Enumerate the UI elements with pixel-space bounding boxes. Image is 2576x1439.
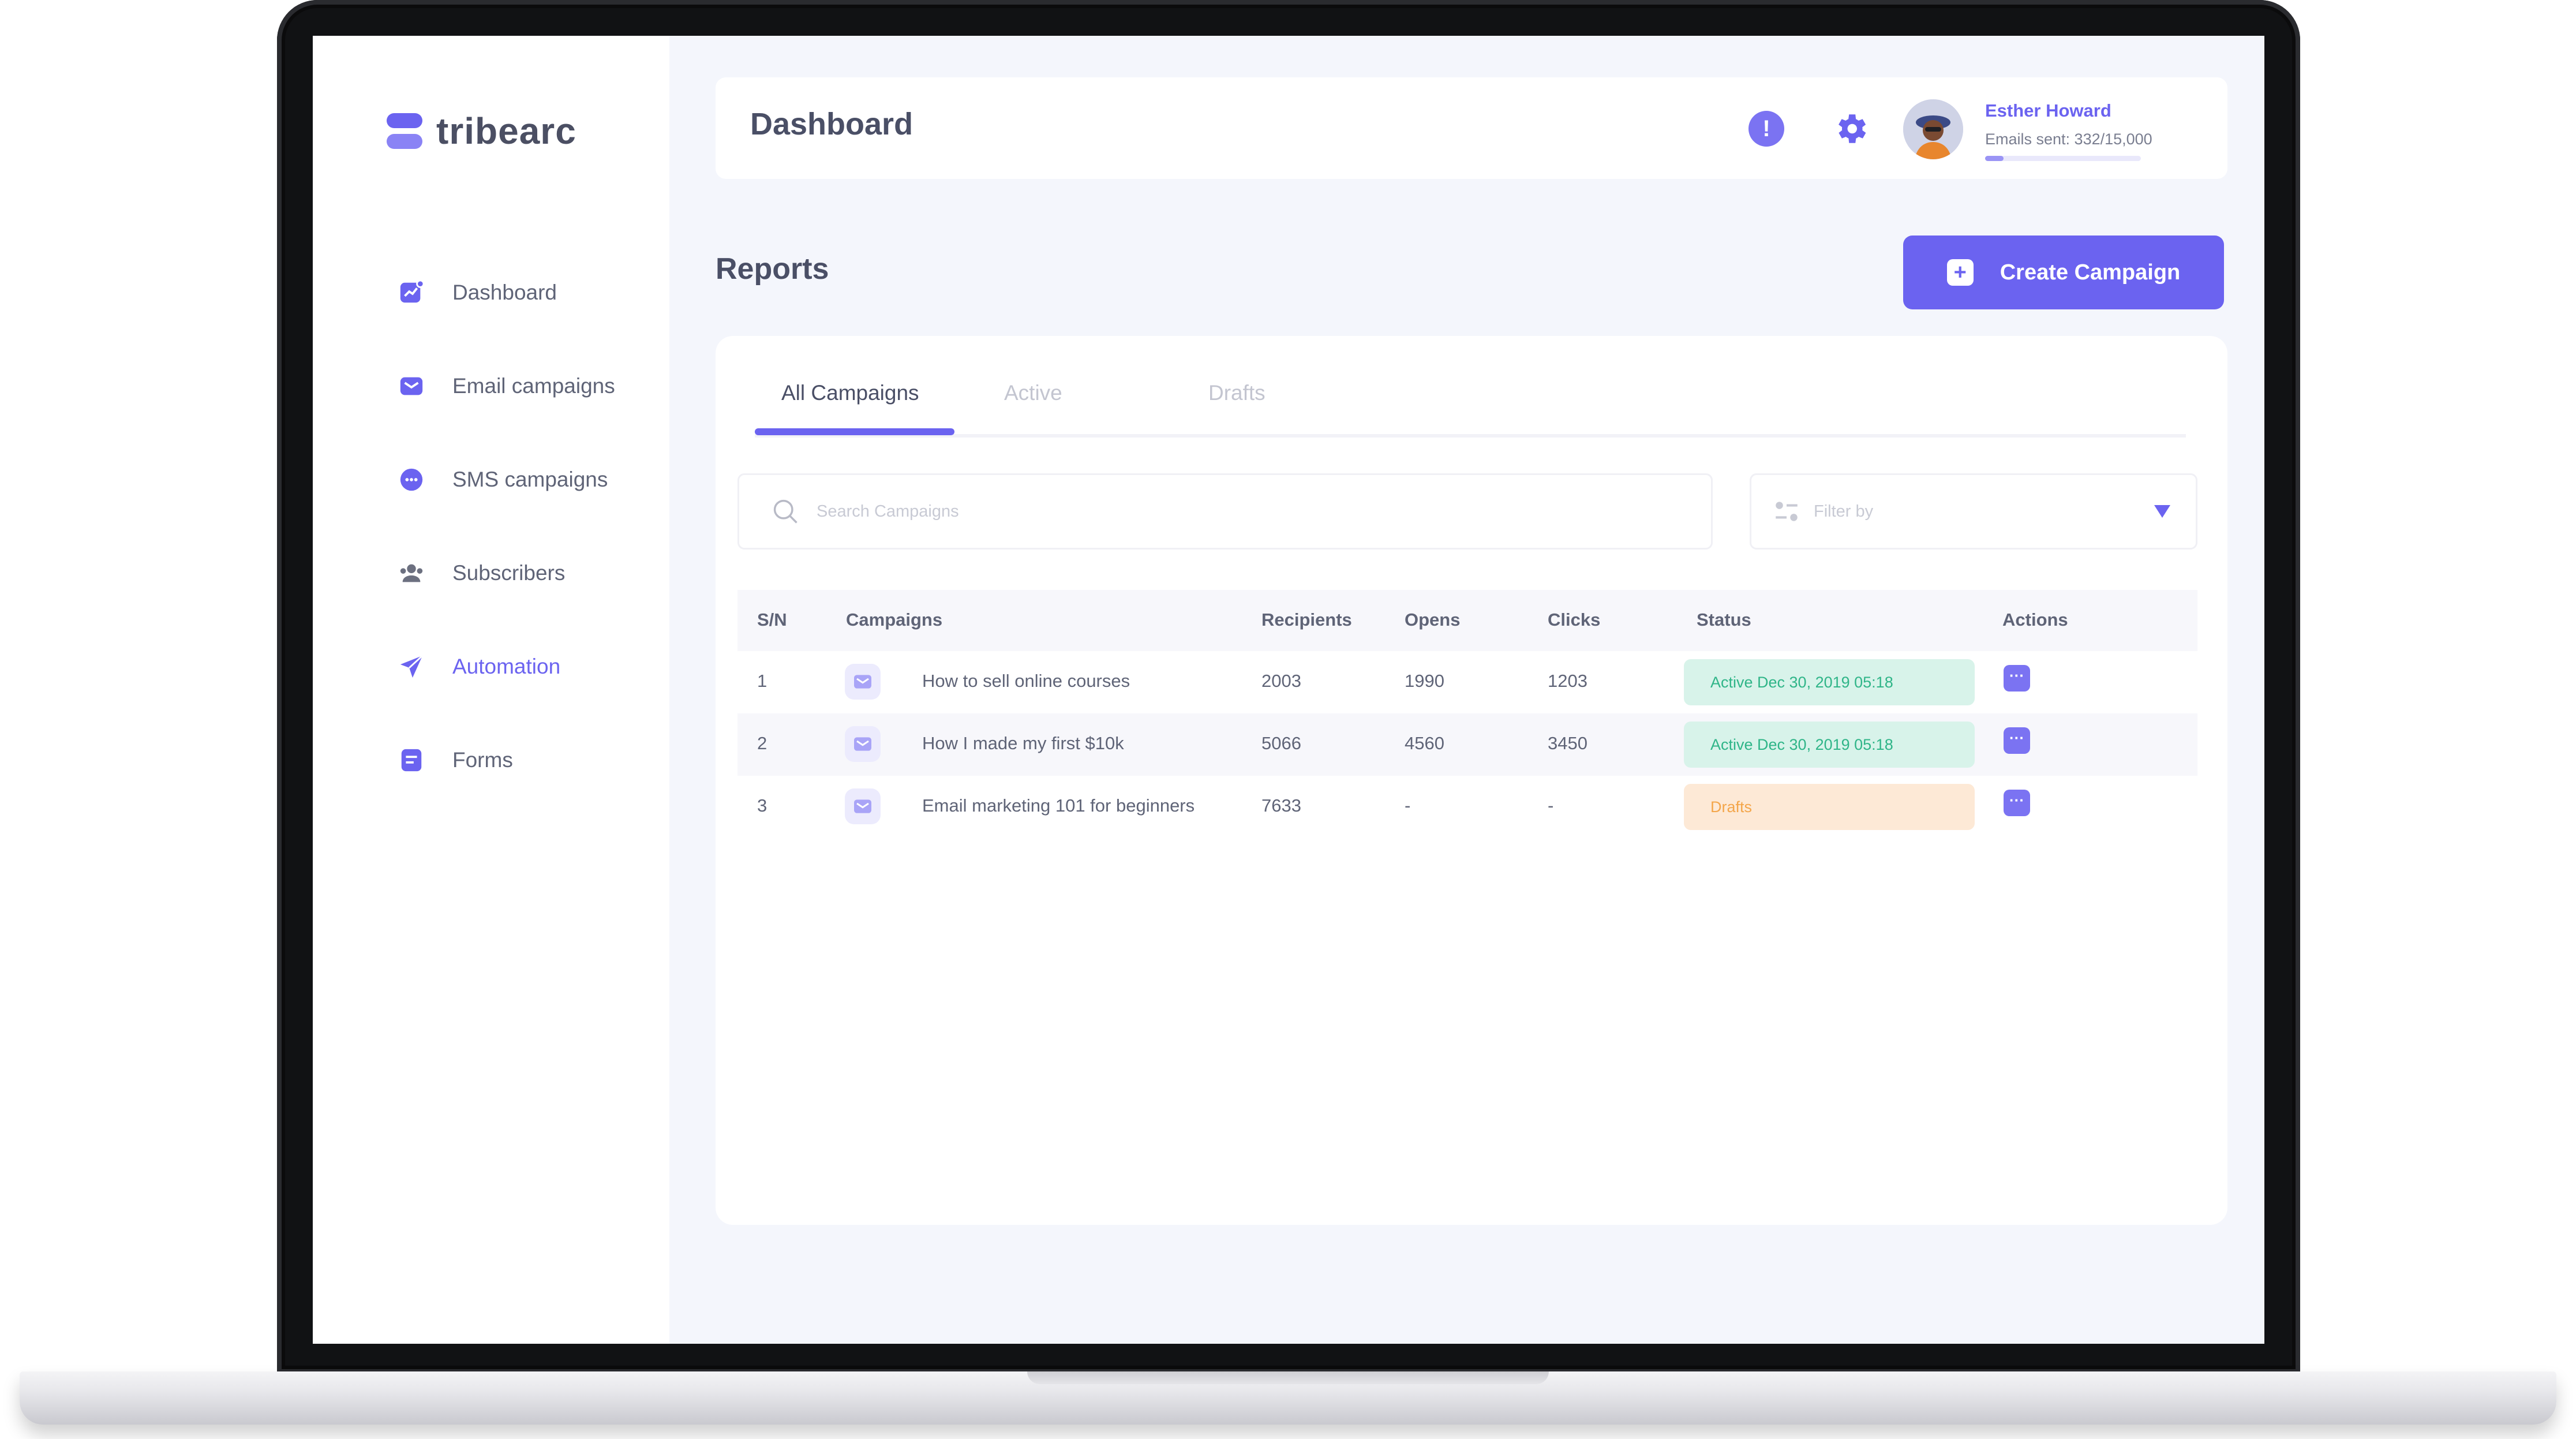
mail-icon [398,373,425,399]
sidebar-item-forms[interactable]: Forms [398,734,615,786]
plus-icon: + [1946,259,1974,286]
table-row[interactable]: 1 How to sell online courses 2003 1990 1… [737,651,2197,713]
column-header: Actions [2002,610,2068,630]
campaigns-table: S/N Campaigns Recipients Opens Clicks St… [737,590,2197,838]
user-name[interactable]: Esther Howard [1985,100,2111,121]
gear-icon[interactable] [1832,110,1870,148]
status-badge: Active Dec 30, 2019 05:18 [1684,722,1975,768]
sidebar-item-label: Subscribers [452,561,566,585]
page-title: Dashboard [750,107,913,141]
sidebar-item-label: Dashboard [452,281,557,304]
column-header: Recipients [1261,610,1352,630]
column-header: S/N [757,610,787,630]
sidebar: tribearc Dashboard Email campaigns SMS c… [313,36,669,1344]
sidebar-item-label: SMS campaigns [452,468,608,491]
users-icon [398,560,425,586]
email-usage-bar [1985,156,2141,161]
mail-icon [845,664,881,700]
brand-name: tribearc [436,110,576,152]
search-icon [773,499,797,524]
chevron-down-icon [2154,505,2170,518]
tab-all-campaigns[interactable]: All Campaigns [781,381,919,405]
filter-dropdown[interactable]: Filter by [1750,473,2197,550]
email-usage-fill [1985,156,2004,161]
laptop-notch [1027,1371,1549,1384]
campaign-tabs: All Campaigns Active Drafts [755,371,2186,438]
recipients-count: 2003 [1261,671,1301,691]
sidebar-item-dashboard[interactable]: Dashboard [398,267,615,319]
sidebar-item-label: Email campaigns [452,374,615,398]
form-icon [398,747,425,773]
chart-icon [398,279,425,306]
row-sn: 1 [757,671,767,691]
mail-icon [845,726,881,762]
column-header: Status [1697,610,1751,630]
more-actions-button[interactable]: ··· [2004,665,2030,692]
status-badge: Drafts [1684,784,1975,830]
logo-mark-icon [387,113,422,149]
app-screen: tribearc Dashboard Email campaigns SMS c… [313,36,2264,1344]
opens-count: 4560 [1405,733,1444,753]
section-title: Reports [716,252,829,286]
sidebar-item-email-campaigns[interactable]: Email campaigns [398,360,615,412]
tab-drafts[interactable]: Drafts [1208,381,1265,405]
status-badge: Active Dec 30, 2019 05:18 [1684,659,1975,705]
more-actions-button[interactable]: ··· [2004,727,2030,754]
recipients-count: 7633 [1261,795,1301,816]
campaign-name[interactable]: How to sell online courses [922,671,1130,692]
create-campaign-button[interactable]: + Create Campaign [1903,236,2224,309]
column-header: Campaigns [846,610,943,630]
opens-count: - [1405,795,1411,816]
emails-sent-counter: Emails sent: 332/15,000 [1985,130,2152,148]
sidebar-item-label: Forms [452,748,513,772]
sidebar-item-sms-campaigns[interactable]: SMS campaigns [398,454,615,506]
more-actions-button[interactable]: ··· [2004,790,2030,816]
table-row[interactable]: 2 How I made my first $10k 5066 4560 345… [737,713,2197,776]
table-row[interactable]: 3 Email marketing 101 for beginners 7633… [737,776,2197,838]
search-input[interactable]: Search Campaigns [737,473,1713,550]
search-placeholder: Search Campaigns [817,502,959,521]
table-header: S/N Campaigns Recipients Opens Clicks St… [737,590,2197,651]
brand-logo[interactable]: tribearc [387,110,576,152]
recipients-count: 5066 [1261,733,1301,753]
clicks-count: 3450 [1548,733,1587,753]
filter-icon [1776,502,1798,521]
sidebar-item-label: Automation [452,655,561,678]
clicks-count: - [1548,795,1554,816]
mail-icon [845,788,881,824]
opens-count: 1990 [1405,671,1444,691]
alert-icon[interactable]: ! [1748,111,1784,147]
create-campaign-label: Create Campaign [2000,260,2181,285]
column-header: Clicks [1548,610,1601,630]
campaign-name[interactable]: How I made my first $10k [922,733,1124,754]
filter-placeholder: Filter by [1814,502,1874,521]
row-sn: 2 [757,733,767,753]
clicks-count: 1203 [1548,671,1587,691]
send-icon [398,653,425,680]
tab-active[interactable]: Active [1004,381,1062,405]
campaign-name[interactable]: Email marketing 101 for beginners [922,795,1195,816]
top-bar: Dashboard ! Esther Howard Emails sent: 3… [716,77,2227,179]
campaigns-card: All Campaigns Active Drafts Search Campa… [716,336,2227,1225]
sidebar-item-subscribers[interactable]: Subscribers [398,547,615,599]
sidebar-nav: Dashboard Email campaigns SMS campaigns … [398,267,615,828]
sidebar-item-automation[interactable]: Automation [398,641,615,693]
avatar[interactable] [1903,99,1963,159]
chat-icon [398,466,425,493]
tab-underline [755,428,954,435]
column-header: Opens [1405,610,1461,630]
row-sn: 3 [757,795,767,816]
